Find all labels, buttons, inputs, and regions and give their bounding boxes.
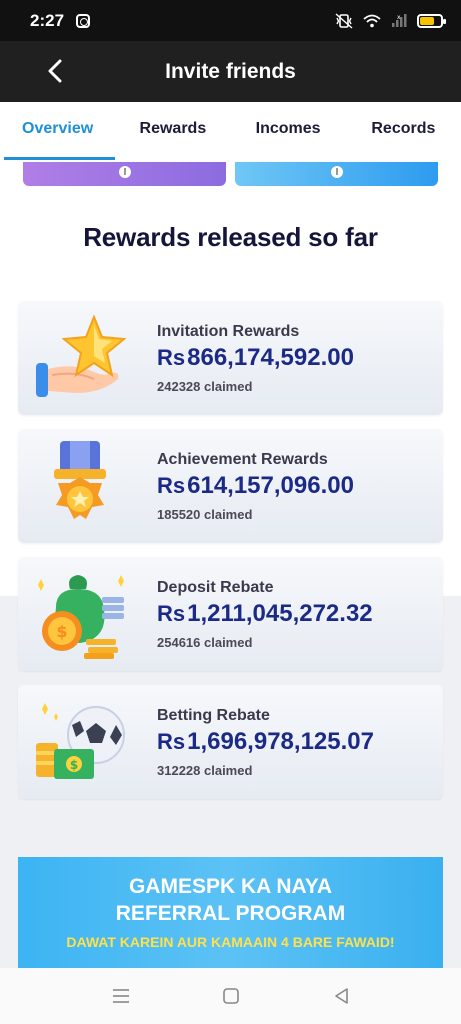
svg-text:x: x <box>397 14 401 21</box>
banner-line-2: REFERRAL PROGRAM <box>115 902 346 925</box>
reward-card-deposit: $ Deposit Rebate Rs1,211,045,272.32 2546… <box>18 557 443 671</box>
reward-name: Invitation Rewards <box>157 323 300 340</box>
banner-line-1: GAMESPK KA NAYA <box>128 875 333 898</box>
banner-line-3: DAWAT KAREIN AUR KAMAAIN 4 BARE FAWAID! <box>66 934 395 950</box>
hand-star-icon <box>36 314 127 397</box>
tab-records[interactable]: Records <box>346 102 461 160</box>
reward-amount: Rs614,157,096.00 <box>157 472 354 500</box>
home-square-icon <box>223 988 239 1004</box>
referral-banner[interactable]: GAMESPK KA NAYA REFERRAL PROGRAM DAWAT K… <box>18 857 443 968</box>
status-icons: x <box>335 12 446 29</box>
currency-label: Rs <box>157 345 186 370</box>
wifi-icon <box>363 14 381 27</box>
football-cash-icon: $ <box>36 703 125 779</box>
info-icon <box>330 166 343 178</box>
reward-amount: Rs866,174,592.00 <box>157 344 354 372</box>
back-button[interactable] <box>40 55 70 87</box>
amount-value: 1,696,978,125.07 <box>187 728 374 755</box>
battery-icon <box>417 13 446 28</box>
currency-label: Rs <box>157 729 186 754</box>
currency-label: Rs <box>157 601 186 626</box>
tab-bar: Overview Rewards Incomes Records <box>0 102 461 160</box>
vibrate-icon <box>335 12 353 29</box>
overview-content[interactable]: Rewards released so far Invitation Rewar… <box>0 160 461 968</box>
svg-text:$: $ <box>56 622 67 641</box>
claimed-count: 242328 claimed <box>157 379 253 394</box>
chevron-left-icon <box>48 59 62 83</box>
reward-amount: Rs1,696,978,125.07 <box>157 728 374 756</box>
svg-text:$: $ <box>70 758 78 772</box>
status-bar: 2:27 x <box>0 0 461 41</box>
info-icon <box>118 166 131 178</box>
system-nav-bar <box>0 968 461 1024</box>
summary-card-left[interactable] <box>23 162 226 186</box>
home-button[interactable] <box>217 982 245 1010</box>
signal-icon: x <box>392 13 407 27</box>
reward-amount: Rs1,211,045,272.32 <box>157 600 373 628</box>
summary-card-right[interactable] <box>235 162 438 186</box>
back-triangle-icon <box>335 988 348 1004</box>
tab-incomes[interactable]: Incomes <box>231 102 346 160</box>
section-title: Rewards released so far <box>83 222 378 252</box>
reward-card-invitation: Invitation Rewards Rs866,174,592.00 2423… <box>18 301 443 415</box>
claimed-count: 254616 claimed <box>157 635 253 650</box>
menu-button[interactable] <box>107 982 135 1010</box>
menu-icon <box>113 989 129 1003</box>
app-header: Invite friends <box>0 41 461 102</box>
money-bag-icon: $ <box>38 575 124 659</box>
currency-label: Rs <box>157 473 186 498</box>
instagram-icon <box>76 13 91 28</box>
claimed-count: 185520 claimed <box>157 507 253 522</box>
status-time: 2:27 <box>30 10 65 30</box>
reward-card-betting: $ Betting Rebate Rs1,696,978,125.07 3122… <box>18 685 443 799</box>
back-nav-button[interactable] <box>327 982 355 1010</box>
reward-name: Betting Rebate <box>157 707 270 724</box>
amount-value: 614,157,096.00 <box>187 472 354 499</box>
medal-icon <box>54 441 106 519</box>
tab-rewards[interactable]: Rewards <box>115 102 230 160</box>
amount-value: 866,174,592.00 <box>187 344 354 371</box>
reward-name: Deposit Rebate <box>157 579 274 596</box>
reward-card-achievement: Achievement Rewards Rs614,157,096.00 185… <box>18 429 443 543</box>
tab-overview[interactable]: Overview <box>0 102 116 160</box>
amount-value: 1,211,045,272.32 <box>187 600 373 627</box>
claimed-count: 312228 claimed <box>157 763 253 778</box>
page-title: Invite friends <box>165 59 296 83</box>
reward-name: Achievement Rewards <box>157 451 328 468</box>
